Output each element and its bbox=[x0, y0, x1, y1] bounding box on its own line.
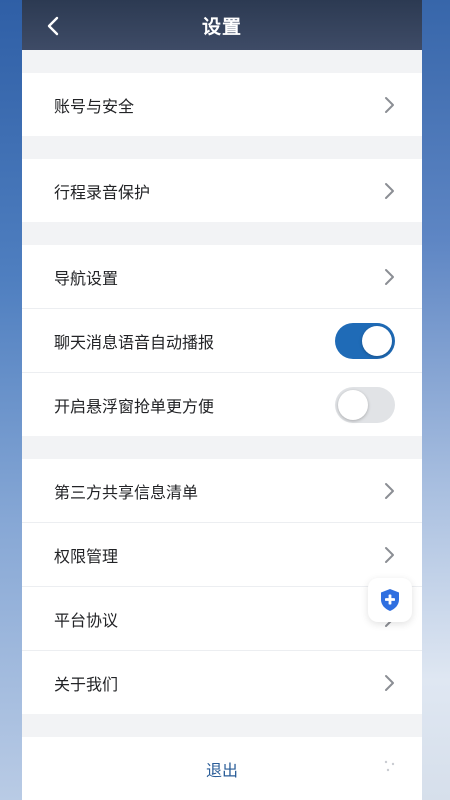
chevron-right-icon bbox=[385, 96, 394, 113]
account-security-label: 账号与安全 bbox=[54, 96, 135, 116]
settings-screen: 设置 账号与安全 行程录音保护 导航设置 聊天消息语音自动播报 开启悬浮窗抢单更… bbox=[22, 0, 422, 800]
toggle-knob bbox=[338, 389, 368, 420]
trip-recording-row[interactable]: 行程录音保护 bbox=[22, 159, 422, 222]
back-button[interactable] bbox=[40, 13, 66, 39]
safety-shield-button[interactable] bbox=[368, 578, 412, 622]
third-party-sharing-label: 第三方共享信息清单 bbox=[54, 482, 199, 502]
chevron-left-icon bbox=[47, 16, 59, 36]
third-party-sharing-row[interactable]: 第三方共享信息清单 bbox=[22, 459, 422, 522]
navigation-settings-label: 导航设置 bbox=[54, 268, 119, 288]
logout-button[interactable]: 退出 bbox=[22, 737, 422, 800]
toggle-knob bbox=[362, 325, 392, 356]
logout-label: 退出 bbox=[205, 760, 238, 780]
account-group: 账号与安全 bbox=[22, 73, 422, 136]
platform-agreement-row[interactable]: 平台协议 bbox=[22, 586, 422, 650]
chat-broadcast-toggle[interactable] bbox=[335, 322, 395, 359]
page-title: 设置 bbox=[201, 15, 242, 38]
chevron-right-icon bbox=[385, 482, 394, 499]
title-bar: 设置 bbox=[22, 0, 422, 50]
chevron-right-icon bbox=[385, 268, 394, 285]
about-us-row[interactable]: 关于我们 bbox=[22, 650, 422, 714]
account-security-row[interactable]: 账号与安全 bbox=[22, 73, 422, 136]
background-left bbox=[0, 0, 22, 800]
trip-group: 行程录音保护 bbox=[22, 159, 422, 222]
chevron-right-icon bbox=[385, 182, 394, 199]
dots-icon bbox=[384, 760, 395, 772]
platform-agreement-label: 平台协议 bbox=[54, 610, 119, 630]
chat-broadcast-row: 聊天消息语音自动播报 bbox=[22, 308, 422, 372]
shield-plus-icon bbox=[381, 589, 399, 611]
permissions-row[interactable]: 权限管理 bbox=[22, 522, 422, 586]
info-group: 第三方共享信息清单 权限管理 平台协议 关于我们 bbox=[22, 459, 422, 714]
floating-window-toggle[interactable] bbox=[335, 386, 395, 423]
floating-window-row: 开启悬浮窗抢单更方便 bbox=[22, 372, 422, 436]
about-us-label: 关于我们 bbox=[54, 674, 119, 694]
permissions-label: 权限管理 bbox=[54, 546, 119, 566]
background-right bbox=[422, 0, 450, 800]
floating-window-label: 开启悬浮窗抢单更方便 bbox=[54, 396, 215, 416]
chevron-right-icon bbox=[385, 546, 394, 563]
navigation-settings-row[interactable]: 导航设置 bbox=[22, 245, 422, 308]
trip-recording-label: 行程录音保护 bbox=[54, 182, 151, 202]
navigation-group: 导航设置 聊天消息语音自动播报 开启悬浮窗抢单更方便 bbox=[22, 245, 422, 436]
chat-broadcast-label: 聊天消息语音自动播报 bbox=[54, 332, 215, 352]
chevron-right-icon bbox=[385, 674, 394, 691]
